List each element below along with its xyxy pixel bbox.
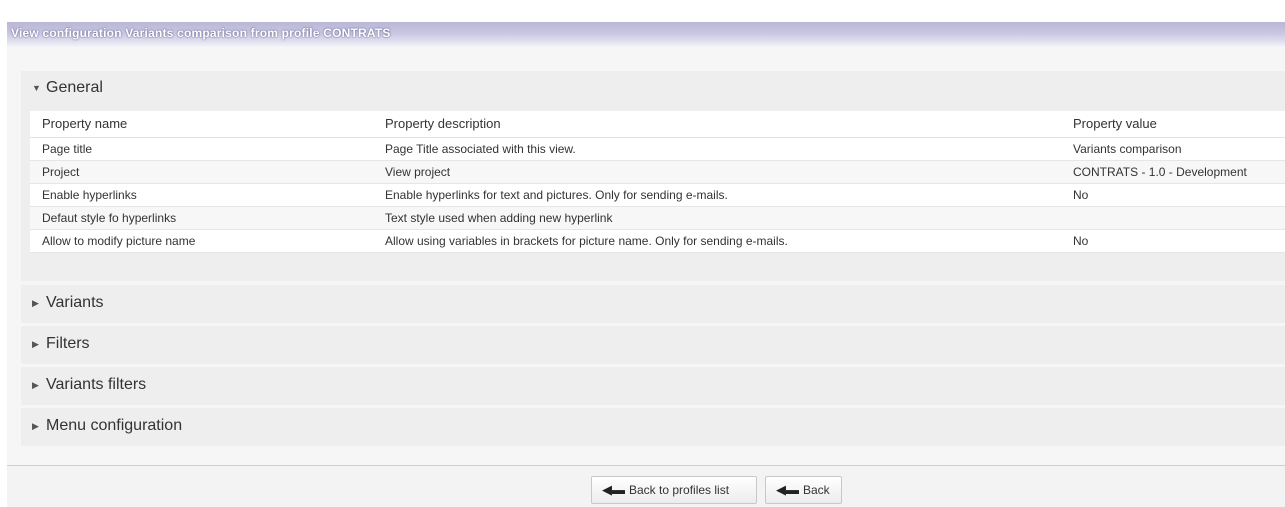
property-description-cell: View project [373,160,1061,184]
property-value-cell [1061,206,1285,230]
property-name-cell: Project [30,160,373,184]
property-description-cell: Text style used when adding new hyperlin… [373,206,1061,230]
property-description-cell: Enable hyperlinks for text and pictures.… [373,183,1061,207]
table-row[interactable]: Page title Page Title associated with th… [30,137,1285,161]
back-label: Back [803,483,830,497]
section-filters-header[interactable]: ▶ Filters [21,326,1285,362]
property-description-cell: Page Title associated with this view. [373,137,1061,161]
section-menu-configuration-label: Menu configuration [46,417,183,434]
property-description-cell: Allow using variables in brackets for pi… [373,229,1061,253]
section-filters[interactable]: ▶ Filters [21,326,1285,364]
section-general-label: General [46,79,103,96]
section-menu-configuration-header[interactable]: ▶ Menu configuration [21,408,1285,444]
arrow-left-icon: ◀▬ [776,482,799,497]
caret-right-icon: ▶ [32,380,39,390]
property-value-cell: No [1061,229,1285,253]
caret-right-icon: ▶ [32,298,39,308]
properties-table: Property name Property description Prope… [30,111,1285,253]
caret-down-icon: ▼ [32,83,41,93]
property-name-cell: Allow to modify picture name [30,229,373,253]
property-name-cell: Page title [30,137,373,161]
section-variants-filters-label: Variants filters [46,376,147,393]
property-value-cell: No [1061,183,1285,207]
section-general: ▼ General Property name Property descrip… [21,71,1285,281]
section-variants-filters-header[interactable]: ▶ Variants filters [21,367,1285,403]
arrow-left-icon: ◀▬ [602,482,625,497]
section-menu-configuration[interactable]: ▶ Menu configuration [21,408,1285,446]
property-name-cell: Enable hyperlinks [30,183,373,207]
caret-right-icon: ▶ [32,421,39,431]
property-value-cell: Variants comparison [1061,137,1285,161]
table-row[interactable]: Defaut style fo hyperlinks Text style us… [30,206,1285,230]
section-variants-filters[interactable]: ▶ Variants filters [21,367,1285,405]
back-to-profiles-label: Back to profiles list [629,483,730,497]
section-filters-label: Filters [46,335,90,352]
property-name-cell: Defaut style fo hyperlinks [30,206,373,230]
table-header-row: Property name Property description Prope… [30,111,1285,138]
caret-right-icon: ▶ [32,339,39,349]
table-row[interactable]: Project View project CONTRATS - 1.0 - De… [30,160,1285,184]
column-header-property-name: Property name [30,111,373,138]
section-variants-header[interactable]: ▶ Variants [21,285,1285,321]
main-content: ▼ General Property name Property descrip… [7,47,1285,465]
column-header-property-value: Property value [1061,111,1285,138]
table-row[interactable]: Enable hyperlinks Enable hyperlinks for … [30,183,1285,207]
footer-bar: ◀▬ Back to profiles list ◀▬ Back [7,466,1285,507]
section-variants[interactable]: ▶ Variants [21,285,1285,323]
back-button[interactable]: ◀▬ Back [765,476,842,504]
back-to-profiles-button[interactable]: ◀▬ Back to profiles list [591,476,757,504]
page-title-bar: View configuration Variants comparison f… [7,22,1285,47]
section-general-header[interactable]: ▼ General [21,71,1285,105]
section-variants-label: Variants [46,294,104,311]
table-row[interactable]: Allow to modify picture name Allow using… [30,229,1285,253]
property-value-cell: CONTRATS - 1.0 - Development [1061,160,1285,184]
column-header-property-description: Property description [373,111,1061,138]
